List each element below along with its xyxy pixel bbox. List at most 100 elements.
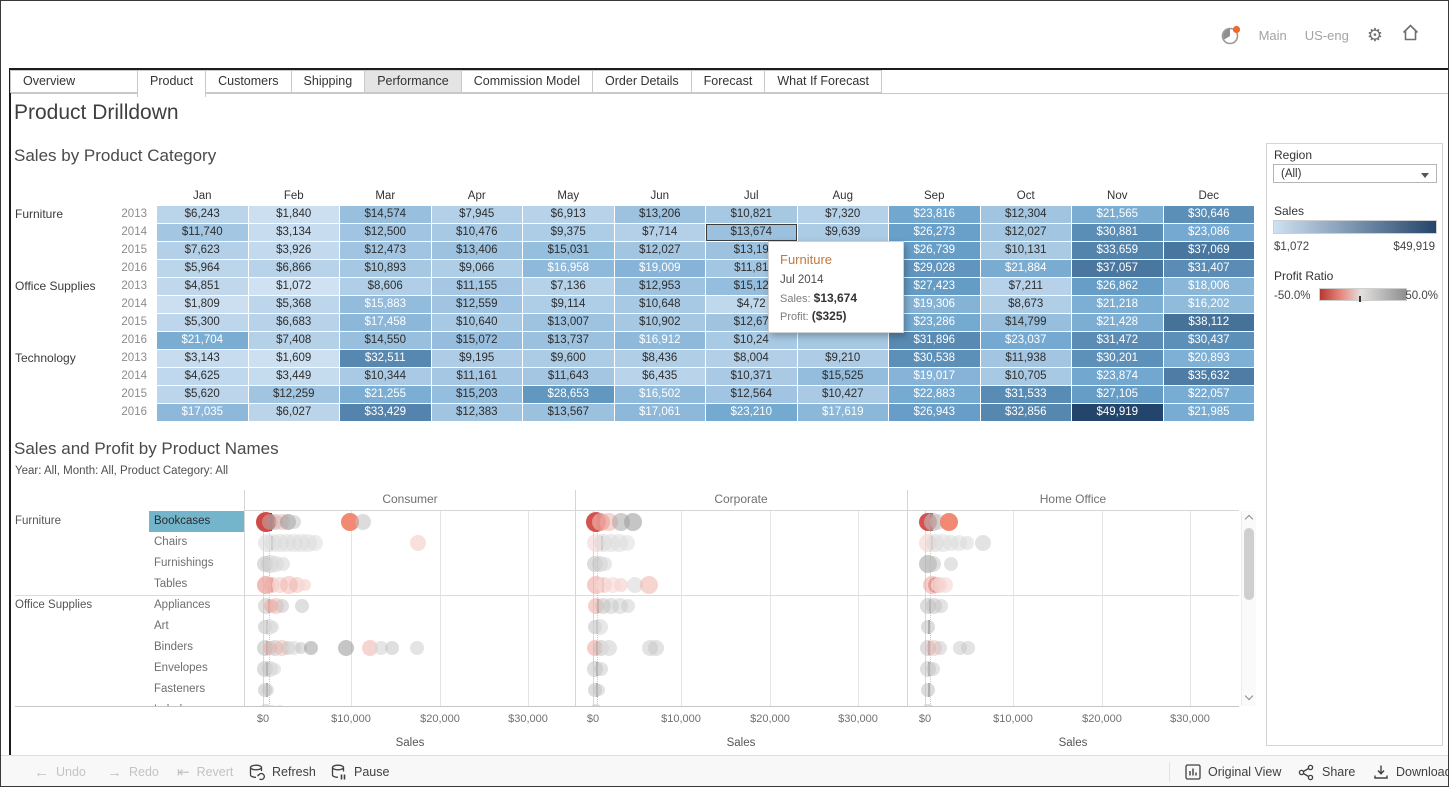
heatmap-cell[interactable]: $9,600 [523,350,614,367]
product-mark[interactable] [944,557,958,571]
heatmap-cell[interactable]: $1,840 [249,206,340,223]
heatmap-cell[interactable]: $7,408 [249,332,340,349]
heatmap-cell[interactable]: $31,896 [889,332,980,349]
gear-icon[interactable]: ⚙ [1367,26,1383,44]
heatmap-cell[interactable]: $32,511 [340,350,431,367]
heatmap-cell[interactable]: $17,035 [157,404,248,421]
heatmap-cell[interactable]: $1,072 [249,278,340,295]
heatmap-cell[interactable]: $13,007 [523,314,614,331]
heatmap-cell[interactable]: $7,945 [432,206,523,223]
product-mark[interactable] [304,641,318,655]
product-mark[interactable] [307,535,323,551]
heatmap-cell[interactable]: $8,004 [706,350,797,367]
product-mark[interactable] [926,662,940,676]
heatmap-cell[interactable]: $22,057 [1164,386,1255,403]
subcategory-appliances[interactable]: Appliances [149,595,244,616]
heatmap-cell[interactable]: $11,643 [523,368,614,385]
tab-commission-model[interactable]: Commission Model [461,70,593,93]
product-mark[interactable] [589,704,603,706]
heatmap-cell[interactable]: $37,069 [1164,242,1255,259]
heatmap-cell[interactable]: $23,210 [706,404,797,421]
heatmap-cell[interactable]: $9,639 [798,224,889,241]
tab-shipping[interactable]: Shipping [291,70,366,93]
product-mark[interactable] [921,683,935,697]
heatmap-cell[interactable]: $12,564 [706,386,797,403]
heatmap-cell[interactable]: $21,884 [981,260,1072,277]
heatmap-cell[interactable]: $6,866 [249,260,340,277]
locale-link[interactable]: US-eng [1305,28,1349,43]
heatmap-cell[interactable]: $3,143 [157,350,248,367]
heatmap-cell[interactable]: $21,428 [1072,314,1163,331]
scrollbar-up-button[interactable] [1242,511,1256,526]
heatmap-cell[interactable]: $15,072 [432,332,523,349]
heatmap-cell[interactable]: $10,476 [432,224,523,241]
product-mark[interactable] [934,599,948,613]
heatmap-cell[interactable]: $5,964 [157,260,248,277]
heatmap-cell[interactable]: $21,704 [157,332,248,349]
heatmap-cell[interactable]: $4,851 [157,278,248,295]
heatmap-cell[interactable]: $13,206 [615,206,706,223]
heatmap-cell[interactable]: $16,202 [1164,296,1255,313]
redo-button[interactable]: →Redo [107,756,159,787]
heatmap-cell[interactable]: $10,705 [981,368,1072,385]
heatmap-cell[interactable]: $27,105 [1072,386,1163,403]
heatmap-cell[interactable]: $9,195 [432,350,523,367]
pause-button[interactable]: Pause [331,756,389,787]
scrollbar-thumb[interactable] [1244,528,1254,600]
heatmap-cell[interactable]: $16,502 [615,386,706,403]
heatmap-cell[interactable]: $5,368 [249,296,340,313]
tab-order-details[interactable]: Order Details [592,70,692,93]
product-mark[interactable] [338,640,354,656]
product-mark[interactable] [925,556,941,572]
heatmap-cell[interactable]: $10,344 [340,368,431,385]
heatmap-cell[interactable]: $6,435 [615,368,706,385]
heatmap-cell[interactable]: $12,304 [981,206,1072,223]
heatmap-cell[interactable]: $7,320 [798,206,889,223]
heatmap-cell[interactable]: $12,027 [981,224,1072,241]
product-mark[interactable] [295,599,309,613]
heatmap-cell[interactable]: $21,218 [1072,296,1163,313]
heatmap-cell[interactable]: $15,525 [798,368,889,385]
heatmap-cell[interactable]: $7,136 [523,278,614,295]
heatmap-cell[interactable]: $6,913 [523,206,614,223]
heatmap-cell[interactable]: $28,653 [523,386,614,403]
subcategory-art[interactable]: Art [149,616,244,637]
heatmap-cell[interactable]: $8,673 [981,296,1072,313]
heatmap-cell[interactable]: $1,609 [249,350,340,367]
heatmap-cell[interactable]: $7,714 [615,224,706,241]
product-mark[interactable] [269,663,281,675]
product-mark[interactable] [921,620,935,634]
product-mark[interactable] [275,599,289,613]
tab-customers[interactable]: Customers [205,70,291,93]
original-view-button[interactable]: Original View [1185,756,1281,787]
heatmap-cell[interactable]: $10,893 [340,260,431,277]
subcategory-binders[interactable]: Binders [149,637,244,658]
heatmap-cell[interactable]: $10,902 [615,314,706,331]
product-mark[interactable] [592,619,608,635]
share-button[interactable]: Share [1298,756,1355,787]
heatmap-cell[interactable]: $22,883 [889,386,980,403]
heatmap-cell[interactable]: $11,161 [432,368,523,385]
heatmap-cell[interactable]: $13,737 [523,332,614,349]
scrollbar-down-button[interactable] [1242,691,1256,706]
heatmap-cell[interactable]: $21,565 [1072,206,1163,223]
heatmap-cell[interactable]: $6,243 [157,206,248,223]
heatmap-cell[interactable]: $17,061 [615,404,706,421]
heatmap-cell[interactable]: $14,550 [340,332,431,349]
product-mark[interactable] [287,515,301,529]
heatmap-cell[interactable]: $7,211 [981,278,1072,295]
heatmap-cell[interactable]: $17,458 [340,314,431,331]
heatmap-cell[interactable]: $32,856 [981,404,1072,421]
heatmap-cell[interactable]: $13,406 [432,242,523,259]
heatmap-cell[interactable]: $15,031 [523,242,614,259]
heatmap-cell[interactable]: $31,533 [981,386,1072,403]
tab-product[interactable]: Product [137,70,206,97]
heatmap-cell[interactable]: $26,273 [889,224,980,241]
tab-performance[interactable]: Performance [364,70,462,93]
download-button[interactable]: Download [1373,756,1449,787]
heatmap-cell[interactable]: $23,816 [889,206,980,223]
product-mark[interactable] [619,535,635,551]
heatmap-cell[interactable]: $31,472 [1072,332,1163,349]
heatmap-cell[interactable]: $13,567 [523,404,614,421]
product-mark[interactable] [624,513,642,531]
